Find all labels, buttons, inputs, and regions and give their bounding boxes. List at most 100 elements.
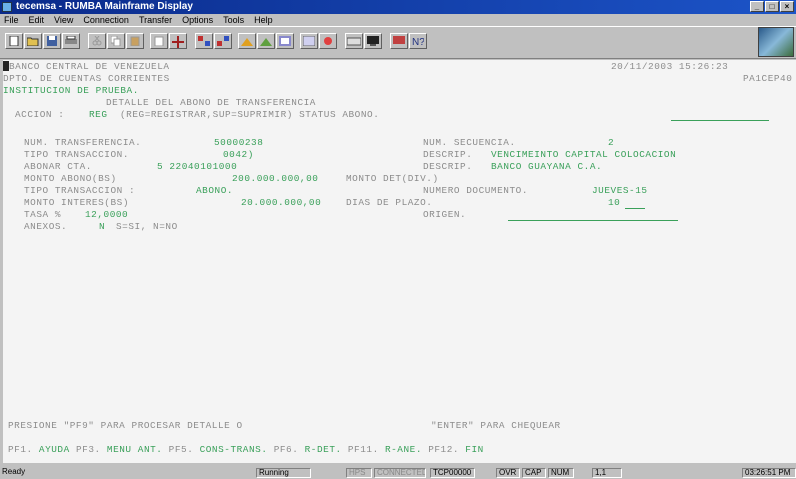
download-icon[interactable] bbox=[257, 33, 275, 49]
transfer-icon[interactable] bbox=[276, 33, 294, 49]
accion-help: (REG=REGISTRAR,SUP=SUPRIMIR) STATUS ABON… bbox=[120, 109, 380, 120]
pc-icon[interactable] bbox=[390, 33, 408, 49]
new-icon[interactable] bbox=[5, 33, 23, 49]
anexos-value[interactable]: N bbox=[99, 221, 105, 233]
menu-file[interactable]: File bbox=[4, 15, 19, 25]
status-bar: Ready Running HPS CONNECTED TCP00000 OVR… bbox=[0, 467, 796, 479]
open-icon[interactable] bbox=[24, 33, 42, 49]
macro-icon[interactable] bbox=[300, 33, 318, 49]
tasa-value[interactable]: 12,0000 bbox=[85, 209, 128, 221]
dias-de-plazo-underline bbox=[625, 198, 645, 209]
pf1-label: AYUDA bbox=[38, 444, 70, 455]
pf3-key[interactable]: PF3. bbox=[76, 444, 101, 455]
monto-intereses-value[interactable]: 20.000.000,00 bbox=[241, 197, 321, 209]
pf11-label: R-ANE. bbox=[384, 444, 422, 455]
status-ovr: OVR bbox=[496, 468, 520, 478]
monto-abono-label: MONTO ABONO(BS) bbox=[24, 173, 117, 184]
pf5-key[interactable]: PF5. bbox=[169, 444, 194, 455]
status-num: NUM bbox=[548, 468, 574, 478]
screen-title: DETALLE DEL ABONO DE TRANSFERENCIA bbox=[106, 97, 316, 108]
monto-intereses-label: MONTO INTERES(BS) bbox=[24, 197, 129, 208]
pf1-key[interactable]: PF1. bbox=[8, 444, 33, 455]
maximize-button[interactable]: □ bbox=[765, 1, 779, 12]
institution: INSTITUCION DE PRUEBA. bbox=[3, 85, 139, 96]
print-icon[interactable] bbox=[62, 33, 80, 49]
status-hps: HPS bbox=[346, 468, 372, 478]
send-icon[interactable] bbox=[195, 33, 213, 49]
rumba-logo bbox=[758, 27, 794, 57]
toolbar: N? bbox=[0, 26, 796, 59]
help-icon[interactable]: N? bbox=[409, 33, 427, 49]
connect-icon[interactable] bbox=[169, 33, 187, 49]
pf6-key[interactable]: PF6. bbox=[274, 444, 299, 455]
department: DPTO. DE CUENTAS CORRIENTES bbox=[3, 73, 170, 84]
close-button[interactable]: × bbox=[780, 1, 794, 12]
menu-transfer[interactable]: Transfer bbox=[139, 15, 172, 25]
paste-icon[interactable] bbox=[126, 33, 144, 49]
numero-documento-value[interactable]: JUEVES-15 bbox=[592, 185, 648, 197]
abonar-cta-label: ABONAR CTA. bbox=[24, 161, 92, 172]
status-abono-field[interactable] bbox=[671, 110, 769, 121]
num-secuencia-value[interactable]: 2 bbox=[608, 137, 614, 149]
tipo-transaccion-value[interactable]: 0042) bbox=[223, 149, 254, 161]
minimize-button[interactable]: _ bbox=[750, 1, 764, 12]
pf-keys-bar: PF1. AYUDA PF3. MENU ANT. PF5. CONS-TRAN… bbox=[8, 444, 484, 456]
pf5-label: CONS-TRANS. bbox=[199, 444, 268, 455]
svg-text:N?: N? bbox=[412, 37, 424, 46]
monto-abono-value[interactable]: 200.000.000,00 bbox=[232, 173, 318, 185]
keyboard-icon[interactable] bbox=[345, 33, 363, 49]
tipo-transaccion-label: TIPO TRANSACCION. bbox=[24, 149, 129, 160]
accion-label: ACCION : bbox=[15, 109, 65, 120]
menu-tools[interactable]: Tools bbox=[223, 15, 244, 25]
numero-documento-label: NUMERO DOCUMENTO. bbox=[423, 185, 528, 196]
accion-input[interactable]: REG bbox=[89, 109, 108, 121]
menu-edit[interactable]: Edit bbox=[29, 15, 45, 25]
descrip-2-label: DESCRIP. bbox=[423, 161, 473, 172]
terminal-screen[interactable]: BANCO CENTRAL DE VENEZUELA 20/11/2003 15… bbox=[3, 60, 796, 463]
pf12-key[interactable]: PF12. bbox=[428, 444, 459, 455]
prompt-2: "ENTER" PARA CHEQUEAR bbox=[431, 420, 561, 431]
terminal-icon[interactable] bbox=[364, 33, 382, 49]
status-time: 03:26:51 PM bbox=[742, 468, 796, 478]
status-state: Running bbox=[256, 468, 311, 478]
dias-de-plazo-label: DIAS DE PLAZO. bbox=[346, 197, 433, 208]
pf11-key[interactable]: PF11. bbox=[348, 444, 379, 455]
tipo-transaccion-2-label: TIPO TRANSACCION : bbox=[24, 185, 136, 196]
dias-de-plazo-value[interactable]: 10 bbox=[608, 197, 620, 209]
datetime: 20/11/2003 15:26:23 bbox=[611, 61, 729, 72]
bank-name: BANCO CENTRAL DE VENEZUELA bbox=[9, 61, 170, 72]
record-icon[interactable] bbox=[319, 33, 337, 49]
menu-options[interactable]: Options bbox=[182, 15, 213, 25]
menu-connection[interactable]: Connection bbox=[83, 15, 129, 25]
cut-icon[interactable] bbox=[88, 33, 106, 49]
clipboard-icon[interactable] bbox=[150, 33, 168, 49]
pf6-label: R-DET. bbox=[304, 444, 342, 455]
upload-icon[interactable] bbox=[238, 33, 256, 49]
status-ready: Ready bbox=[2, 468, 26, 476]
tasa-label: TASA % bbox=[24, 209, 62, 220]
tipo-transaccion-2-value: ABONO. bbox=[196, 185, 234, 196]
menu-view[interactable]: View bbox=[54, 15, 73, 25]
num-secuencia-label: NUM. SECUENCIA. bbox=[423, 137, 516, 148]
menu-bar: File Edit View Connection Transfer Options Too… bbox=[0, 14, 796, 26]
receive-icon[interactable] bbox=[214, 33, 232, 49]
app-icon bbox=[2, 2, 12, 12]
pf3-label: MENU ANT. bbox=[106, 444, 163, 455]
num-transferencia-label: NUM. TRANSFERENCIA. bbox=[24, 137, 142, 148]
descrip-2-value: BANCO GUAYANA C.A. bbox=[491, 161, 603, 172]
abonar-cta-value[interactable]: 5 22040101000 bbox=[157, 161, 237, 173]
menu-help[interactable]: Help bbox=[254, 15, 273, 25]
pf12-label: FIN bbox=[465, 444, 484, 455]
descrip-1-value: VENCIMEINTO CAPITAL COLOCACION bbox=[491, 149, 677, 160]
status-position: 1,1 bbox=[592, 468, 622, 478]
title-bar: tecemsa - RUMBA Mainframe Display _ □ × bbox=[0, 0, 796, 14]
origen-field[interactable] bbox=[508, 210, 678, 221]
copy-icon[interactable] bbox=[107, 33, 125, 49]
num-transferencia-value[interactable]: 50000238 bbox=[214, 137, 263, 149]
window-title: tecemsa - RUMBA Mainframe Display bbox=[16, 1, 193, 12]
anexos-label: ANEXOS. bbox=[24, 221, 68, 232]
save-icon[interactable] bbox=[43, 33, 61, 49]
status-cap: CAP bbox=[522, 468, 546, 478]
status-connected: CONNECTED bbox=[374, 468, 426, 478]
program-id: PA1CEP40 bbox=[743, 73, 793, 84]
